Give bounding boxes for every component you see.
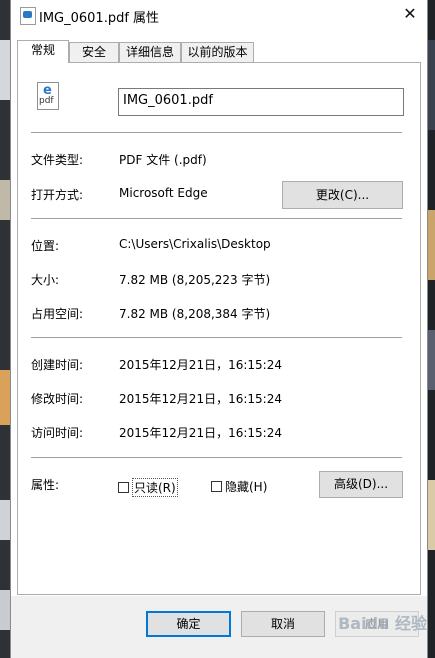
ok-button[interactable]: 确定 xyxy=(146,611,231,637)
checkbox-box[interactable] xyxy=(118,482,129,493)
tab-bar: 常规 安全 详细信息 以前的版本 xyxy=(17,40,421,63)
divider xyxy=(31,457,402,458)
tab-general[interactable]: 常规 xyxy=(17,40,69,63)
baidu-watermark: Baidu 经验 xyxy=(338,614,427,633)
modified-label: 修改时间: xyxy=(31,392,84,406)
title-bar: IMG_0601.pdf 属性 ✕ xyxy=(11,0,427,30)
accessed-value: 2015年12月21日，16:15:24 xyxy=(119,426,282,440)
checkbox-box[interactable] xyxy=(211,481,222,492)
file-icon-caption: pdf xyxy=(39,96,54,106)
tab-previous-versions[interactable]: 以前的版本 xyxy=(181,42,254,62)
file-type-label: 文件类型: xyxy=(31,153,84,167)
location-label: 位置: xyxy=(31,239,60,253)
size-label: 大小: xyxy=(31,273,60,287)
advanced-button[interactable]: 高级(D)... xyxy=(319,471,403,498)
tab-security[interactable]: 安全 xyxy=(69,42,119,62)
divider xyxy=(31,337,402,338)
created-value: 2015年12月21日，16:15:24 xyxy=(119,358,282,372)
pdf-document-icon xyxy=(20,7,36,25)
modified-value: 2015年12月21日，16:15:24 xyxy=(119,392,282,406)
size-on-disk-value: 7.82 MB (8,208,384 字节) xyxy=(119,307,271,321)
hidden-checkbox-label: 隐藏(H) xyxy=(225,480,268,494)
general-panel xyxy=(17,62,421,595)
size-on-disk-label: 占用空间: xyxy=(31,307,84,321)
pdf-file-icon: e pdf xyxy=(37,82,59,110)
window-title: IMG_0601.pdf 属性 xyxy=(39,11,160,26)
accessed-label: 访问时间: xyxy=(31,426,84,440)
location-value: C:\Users\Crixalis\Desktop xyxy=(119,237,271,251)
attributes-label: 属性: xyxy=(31,478,60,492)
cancel-button[interactable]: 取消 xyxy=(241,611,325,637)
open-with-value: Microsoft Edge xyxy=(119,186,208,200)
change-button[interactable]: 更改(C)... xyxy=(282,181,403,209)
size-value: 7.82 MB (8,205,223 字节) xyxy=(119,273,271,287)
readonly-checkbox-label: 只读(R) xyxy=(132,478,178,497)
divider xyxy=(31,218,402,219)
hidden-checkbox[interactable]: 隐藏(H) xyxy=(211,478,267,495)
readonly-checkbox[interactable]: 只读(R) xyxy=(118,478,178,497)
file-type-value: PDF 文件 (.pdf) xyxy=(119,153,207,167)
created-label: 创建时间: xyxy=(31,358,84,372)
open-with-label: 打开方式: xyxy=(31,188,84,202)
file-name-input[interactable]: IMG_0601.pdf xyxy=(118,88,404,116)
close-button[interactable]: ✕ xyxy=(399,3,421,25)
divider xyxy=(31,132,402,133)
tab-details[interactable]: 详细信息 xyxy=(119,42,181,62)
properties-dialog: IMG_0601.pdf 属性 ✕ 常规 安全 详细信息 以前的版本 e pdf… xyxy=(10,0,428,658)
